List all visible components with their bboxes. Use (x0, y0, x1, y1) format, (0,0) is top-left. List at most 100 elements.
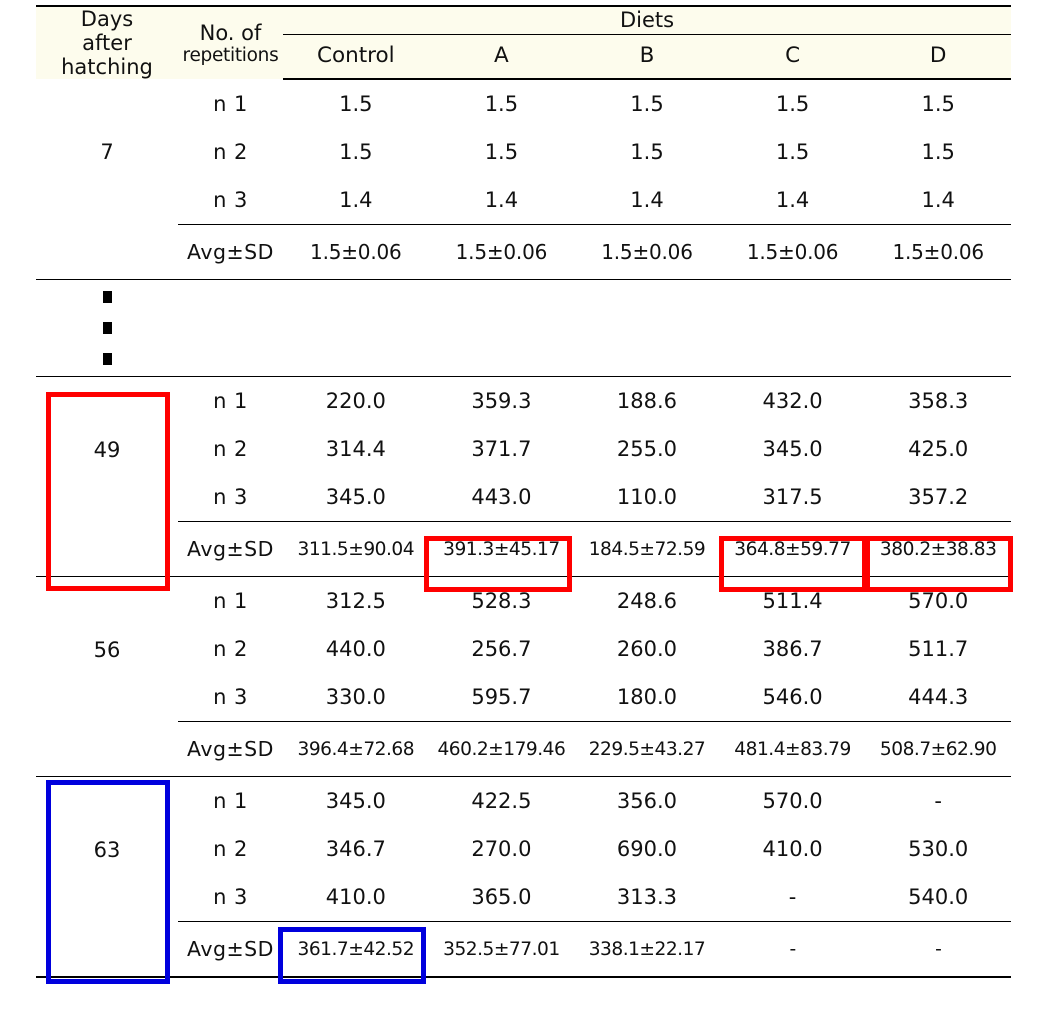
cell-value: 346.7 (325, 837, 386, 862)
avg-value: 391.3±45.17 (428, 521, 575, 578)
rep-label: n 2 (213, 637, 248, 662)
cell-value: 422.5 (471, 789, 532, 814)
cell-value: 530.0 (908, 837, 969, 862)
cell-value: 248.6 (616, 589, 678, 614)
header-row-group: Days after hatching No. of repetitions D… (36, 4, 1012, 80)
table-row: n 3 345.0 443.0 110.0 317.5 357.2 (36, 473, 1011, 522)
cell-value: 312.5 (325, 589, 386, 614)
table-row-average: Avg±SD 361.7±42.52 352.5±77.01 338.1±22.… (36, 921, 1012, 979)
cell-value: 570.0 (762, 789, 823, 814)
ellipsis-spacer (865, 280, 1011, 377)
ellipsis-spacer (574, 280, 720, 377)
cell-value: 425.0 (908, 437, 969, 462)
cell-value: 432.0 (719, 376, 866, 426)
cell-value: 1.5 (484, 140, 519, 165)
cell-value: 1.5 (484, 92, 519, 117)
cell-value: 1.5 (339, 92, 373, 117)
header-days-line-2: after (82, 31, 132, 56)
cell-value: 440.0 (325, 637, 386, 662)
rep-label: n 3 (213, 485, 248, 510)
ellipsis-square-icon (102, 322, 112, 335)
ellipsis-square-icon (102, 291, 112, 304)
rep-label: n 2 (213, 140, 248, 165)
avg-label: Avg±SD (178, 721, 283, 778)
cell-value: 357.2 (908, 485, 969, 510)
cell-value: 386.7 (762, 637, 823, 662)
cell-value: 359.3 (428, 376, 575, 426)
avg-value: 481.4±83.79 (719, 721, 866, 778)
day-label-spacer (36, 721, 178, 778)
table-row: 56 n 1 312.5 528.3 248.6 511.4 570.0 (36, 577, 1011, 661)
cell-value: 317.5 (762, 485, 823, 510)
cell-value: 1.5 (630, 92, 664, 117)
header-col-c: C (719, 34, 866, 81)
ellipsis-square-icon (102, 353, 112, 366)
cell-value: 444.3 (908, 685, 969, 710)
cell-value: 443.0 (471, 485, 532, 510)
rep-label: n 2 (213, 837, 248, 862)
avg-value: 338.1±22.17 (574, 921, 720, 979)
cell-value: 330.0 (325, 685, 386, 710)
vertical-ellipsis-icon (36, 280, 178, 377)
cell-value: 365.0 (471, 885, 532, 910)
cell-value: 1.4 (775, 188, 810, 213)
cell-value: 345.0 (762, 437, 823, 462)
avg-value: 508.7±62.90 (865, 721, 1012, 778)
cell-value: 528.3 (471, 589, 532, 614)
table-row: 63 n 1 345.0 422.5 356.0 570.0 - (36, 777, 1011, 861)
cell-value: 220.0 (283, 376, 429, 426)
header-reps-line-2: repetitions (182, 44, 279, 66)
rep-label: n 1 (178, 376, 283, 426)
diets-growth-table: Days after hatching No. of repetitions D… (36, 4, 1012, 979)
day-label-63: 63 (93, 837, 121, 862)
table-row: n 2 1.5 1.5 1.5 1.5 1.5 (36, 128, 1011, 176)
day-label-spacer (36, 521, 178, 578)
rep-label: n 3 (213, 188, 248, 213)
cell-value: 1.5 (339, 140, 373, 165)
table-row: n 3 330.0 595.7 180.0 546.0 444.3 (36, 673, 1011, 722)
table-row: n 3 410.0 365.0 313.3 - 540.0 (36, 873, 1011, 922)
ellipsis-spacer (283, 280, 429, 377)
avg-value: 184.5±72.59 (574, 521, 720, 578)
ellipsis-spacer (720, 280, 866, 377)
cell-value: 371.7 (471, 437, 532, 462)
cell-value: 1.5 (775, 92, 810, 117)
avg-value: - (865, 921, 1012, 979)
cell-value: 314.4 (325, 437, 386, 462)
cell-value: 1.5 (921, 92, 955, 117)
header-col-d: D (865, 34, 1012, 81)
avg-value: 1.5±0.06 (574, 224, 720, 281)
header-col-b: B (574, 34, 720, 81)
cell-value: - (788, 885, 797, 910)
avg-value: 380.2±38.83 (865, 521, 1012, 578)
cell-value: 570.0 (908, 589, 969, 614)
header-col-control: Control (283, 34, 429, 81)
table-row: 7 n 1 1.5 1.5 1.5 1.5 1.5 (36, 79, 1011, 164)
data-table-container: Days after hatching No. of repetitions D… (36, 4, 1013, 984)
cell-value: 188.6 (574, 376, 720, 426)
cell-value: 1.4 (921, 188, 955, 213)
day-label-7: 7 (100, 140, 114, 165)
header-days-line-3: hatching (61, 55, 153, 80)
header-no-of-repetitions: No. of repetitions (178, 4, 283, 80)
avg-value: 352.5±77.01 (428, 921, 575, 979)
avg-value: 1.5±0.06 (719, 224, 866, 281)
cell-value: 110.0 (616, 485, 678, 510)
rep-label: n 1 (213, 91, 248, 116)
cell-value: 270.0 (471, 837, 532, 862)
rep-label: n 2 (213, 437, 248, 462)
avg-value: 1.5±0.06 (283, 224, 429, 281)
header-reps-line-1: No. of (199, 20, 262, 45)
header-days-after-hatching: Days after hatching (36, 4, 178, 80)
rep-label: n 3 (213, 885, 248, 910)
cell-value: 1.4 (630, 188, 664, 213)
table-row: n 2 346.7 270.0 690.0 410.0 530.0 (36, 825, 1011, 873)
avg-value: - (719, 921, 866, 979)
avg-value: 460.2±179.46 (428, 721, 575, 778)
cell-value: 1.5 (921, 140, 955, 165)
cell-value: 358.3 (865, 376, 1012, 426)
table-row-average: Avg±SD 396.4±72.68 460.2±179.46 229.5±43… (36, 721, 1012, 778)
cell-value: 1.4 (339, 188, 373, 213)
table-row: n 2 314.4 371.7 255.0 345.0 425.0 (36, 425, 1011, 473)
avg-value: 364.8±59.77 (719, 521, 866, 578)
